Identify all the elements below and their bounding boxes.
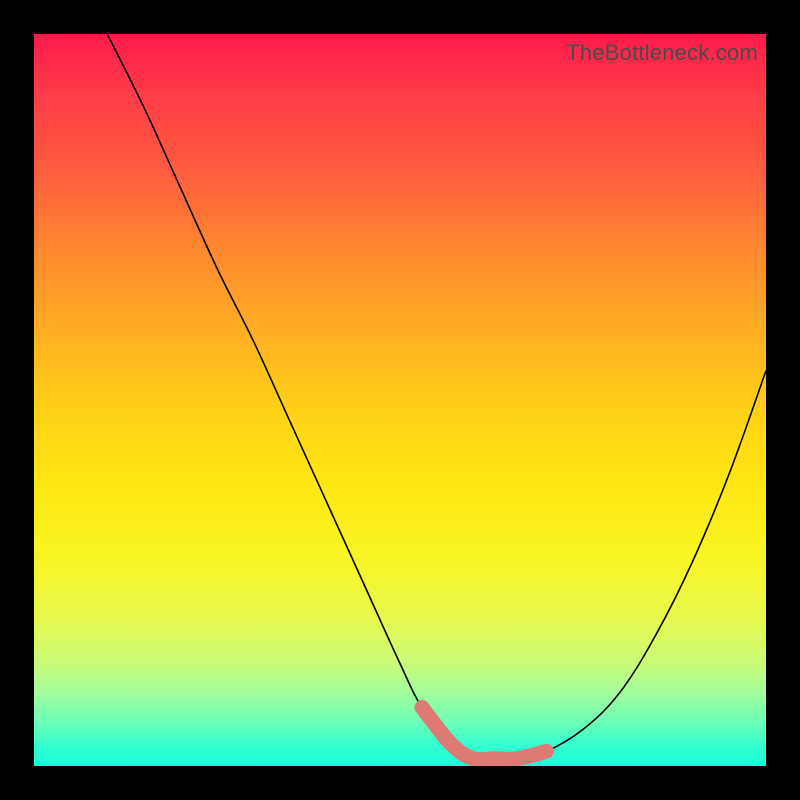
bottleneck-curve — [107, 34, 766, 760]
curve-layer — [34, 34, 766, 766]
plot-area: TheBottleneck.com — [34, 34, 766, 766]
valley-highlight — [422, 707, 546, 759]
watermark-text: TheBottleneck.com — [566, 40, 758, 66]
chart-frame: TheBottleneck.com — [0, 0, 800, 800]
